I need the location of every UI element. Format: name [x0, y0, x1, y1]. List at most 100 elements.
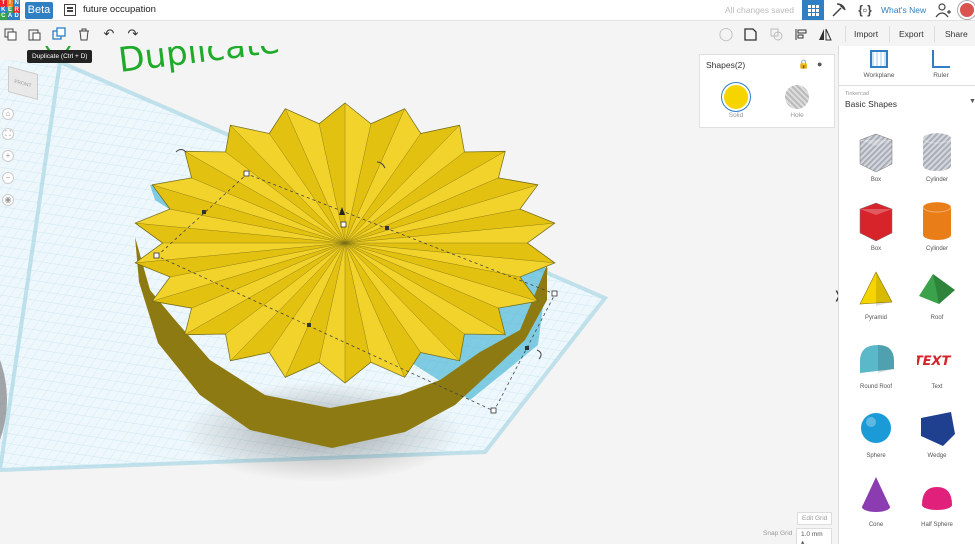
- fit-view-button[interactable]: ⛶: [2, 128, 14, 140]
- logo-letter: D: [13, 13, 20, 20]
- chevron-down-icon[interactable]: ▼: [969, 98, 975, 105]
- delete-button[interactable]: [75, 25, 93, 43]
- beta-badge[interactable]: Beta: [25, 2, 53, 19]
- mirror-icon: [819, 28, 832, 40]
- shape-label: Box: [870, 177, 882, 183]
- resize-handle[interactable]: [243, 170, 250, 177]
- ruler-tool[interactable]: Ruler: [916, 50, 966, 79]
- shape-item-text[interactable]: TEXT Text: [910, 337, 964, 403]
- zoom-in-button[interactable]: +: [2, 150, 14, 162]
- user-avatar[interactable]: [958, 1, 975, 19]
- save-status: All changes saved: [725, 5, 794, 15]
- snap-grid-label: Snap Grid: [763, 530, 793, 537]
- copy-button[interactable]: [1, 25, 19, 43]
- build-mode-button[interactable]: [828, 0, 850, 20]
- align-button[interactable]: [792, 25, 810, 43]
- lock-button[interactable]: 🔒: [798, 59, 809, 70]
- paste-icon: [28, 29, 40, 40]
- logo-letter: C: [0, 13, 7, 20]
- shape-item-cylinder[interactable]: Cylinder: [910, 199, 964, 265]
- logo-letter: N: [13, 0, 20, 7]
- shape-label: Half Sphere: [921, 522, 953, 528]
- resize-handle[interactable]: [153, 252, 160, 259]
- solid-swatch[interactable]: [724, 85, 748, 109]
- shape-item-cone[interactable]: Cone: [849, 475, 903, 541]
- zoom-out-button[interactable]: −: [2, 172, 14, 184]
- group-button[interactable]: [767, 25, 785, 43]
- resize-handle[interactable]: [551, 290, 558, 297]
- share-button[interactable]: Share: [945, 22, 968, 46]
- shape-thumbnail: [856, 337, 896, 381]
- shape-thumbnail: [856, 199, 896, 243]
- shape-label: Cylinder: [925, 246, 948, 252]
- design-menu-icon[interactable]: [64, 4, 76, 16]
- grid-view-button[interactable]: [802, 0, 824, 20]
- export-button[interactable]: Export: [899, 22, 924, 46]
- duplicate-tooltip: Duplicate (Ctrl + D): [27, 50, 93, 63]
- shape-thumbnail: [917, 199, 957, 243]
- logo-letter: A: [6, 13, 14, 20]
- shape-label: Box: [870, 246, 882, 252]
- note-button[interactable]: [741, 25, 759, 43]
- logo-letter: K: [0, 6, 7, 14]
- library-select[interactable]: Basic Shapes: [845, 99, 897, 109]
- text-shape-word: TEXT: [917, 354, 952, 369]
- perspective-button[interactable]: ◉: [2, 194, 14, 206]
- undo-button[interactable]: ↶: [100, 25, 118, 43]
- shape-item-half-sphere[interactable]: Half Sphere: [910, 475, 964, 541]
- edge-handle[interactable]: [525, 346, 529, 350]
- shape-item-roof[interactable]: Roof: [910, 268, 964, 334]
- undo-icon: ↶: [103, 26, 115, 41]
- shape-item-round-roof[interactable]: Round Roof: [849, 337, 903, 403]
- hole-swatch[interactable]: [785, 85, 809, 109]
- logo-letter: T: [0, 0, 7, 7]
- whats-new-link[interactable]: What's New: [881, 5, 926, 15]
- codeblocks-button[interactable]: {▫}: [854, 0, 876, 20]
- toolbar-divider: [934, 26, 935, 42]
- tinkercad-logo[interactable]: T I N K E R C A D: [0, 0, 20, 20]
- light-bulb-button[interactable]: ◯: [717, 25, 735, 43]
- duplicate-button[interactable]: [50, 25, 68, 43]
- add-user-button[interactable]: [932, 0, 954, 20]
- shape-item-box[interactable]: Box: [849, 130, 903, 196]
- edge-handle[interactable]: [307, 323, 311, 327]
- height-handle[interactable]: [340, 221, 347, 228]
- group-icon: [770, 28, 782, 40]
- shape-item-box[interactable]: Box: [849, 199, 903, 265]
- trash-icon: [79, 28, 89, 40]
- note-icon: [743, 27, 757, 41]
- workplane-tool[interactable]: Workplane: [854, 50, 904, 79]
- shape-item-cylinder[interactable]: Cylinder: [910, 130, 964, 196]
- import-button[interactable]: Import: [854, 22, 878, 46]
- sidebar-divider: [839, 85, 975, 86]
- copy-icon: [4, 28, 16, 40]
- shape-thumbnail: [856, 130, 896, 174]
- redo-icon: ↷: [127, 26, 139, 41]
- shape-inspector: Shapes(2) 🔒 ● Solid Hole: [699, 54, 835, 128]
- shape-item-pyramid[interactable]: Pyramid: [849, 268, 903, 334]
- edit-grid-button[interactable]: Edit Grid: [797, 512, 833, 525]
- shape-thumbnail: [917, 406, 957, 450]
- plus-icon: +: [5, 151, 11, 160]
- edge-handle[interactable]: [385, 226, 389, 230]
- toolbar-divider: [845, 26, 846, 42]
- resize-handle[interactable]: [490, 407, 497, 414]
- home-view-button[interactable]: ⌂: [2, 108, 14, 120]
- document-title[interactable]: future occupation: [83, 4, 156, 15]
- duplicate-icon: [52, 27, 66, 40]
- logo-letter: E: [6, 6, 14, 14]
- minus-icon: −: [5, 173, 11, 182]
- visibility-button[interactable]: ●: [817, 59, 822, 69]
- shape-item-wedge[interactable]: Wedge: [910, 406, 964, 472]
- mirror-button[interactable]: [816, 25, 834, 43]
- annotation-duplicate-text: Duplicate: [116, 46, 282, 81]
- paste-button[interactable]: [25, 25, 43, 43]
- shape-item-sphere[interactable]: Sphere: [849, 406, 903, 472]
- align-icon: [795, 28, 806, 40]
- fit-icon: ⛶: [5, 129, 11, 138]
- snap-grid-value: 1.0 mm: [801, 531, 823, 538]
- snap-grid-select[interactable]: 1.0 mm ▴: [796, 528, 832, 544]
- edge-handle[interactable]: [202, 210, 206, 214]
- logo-letter: R: [13, 6, 20, 14]
- redo-button[interactable]: ↷: [124, 25, 142, 43]
